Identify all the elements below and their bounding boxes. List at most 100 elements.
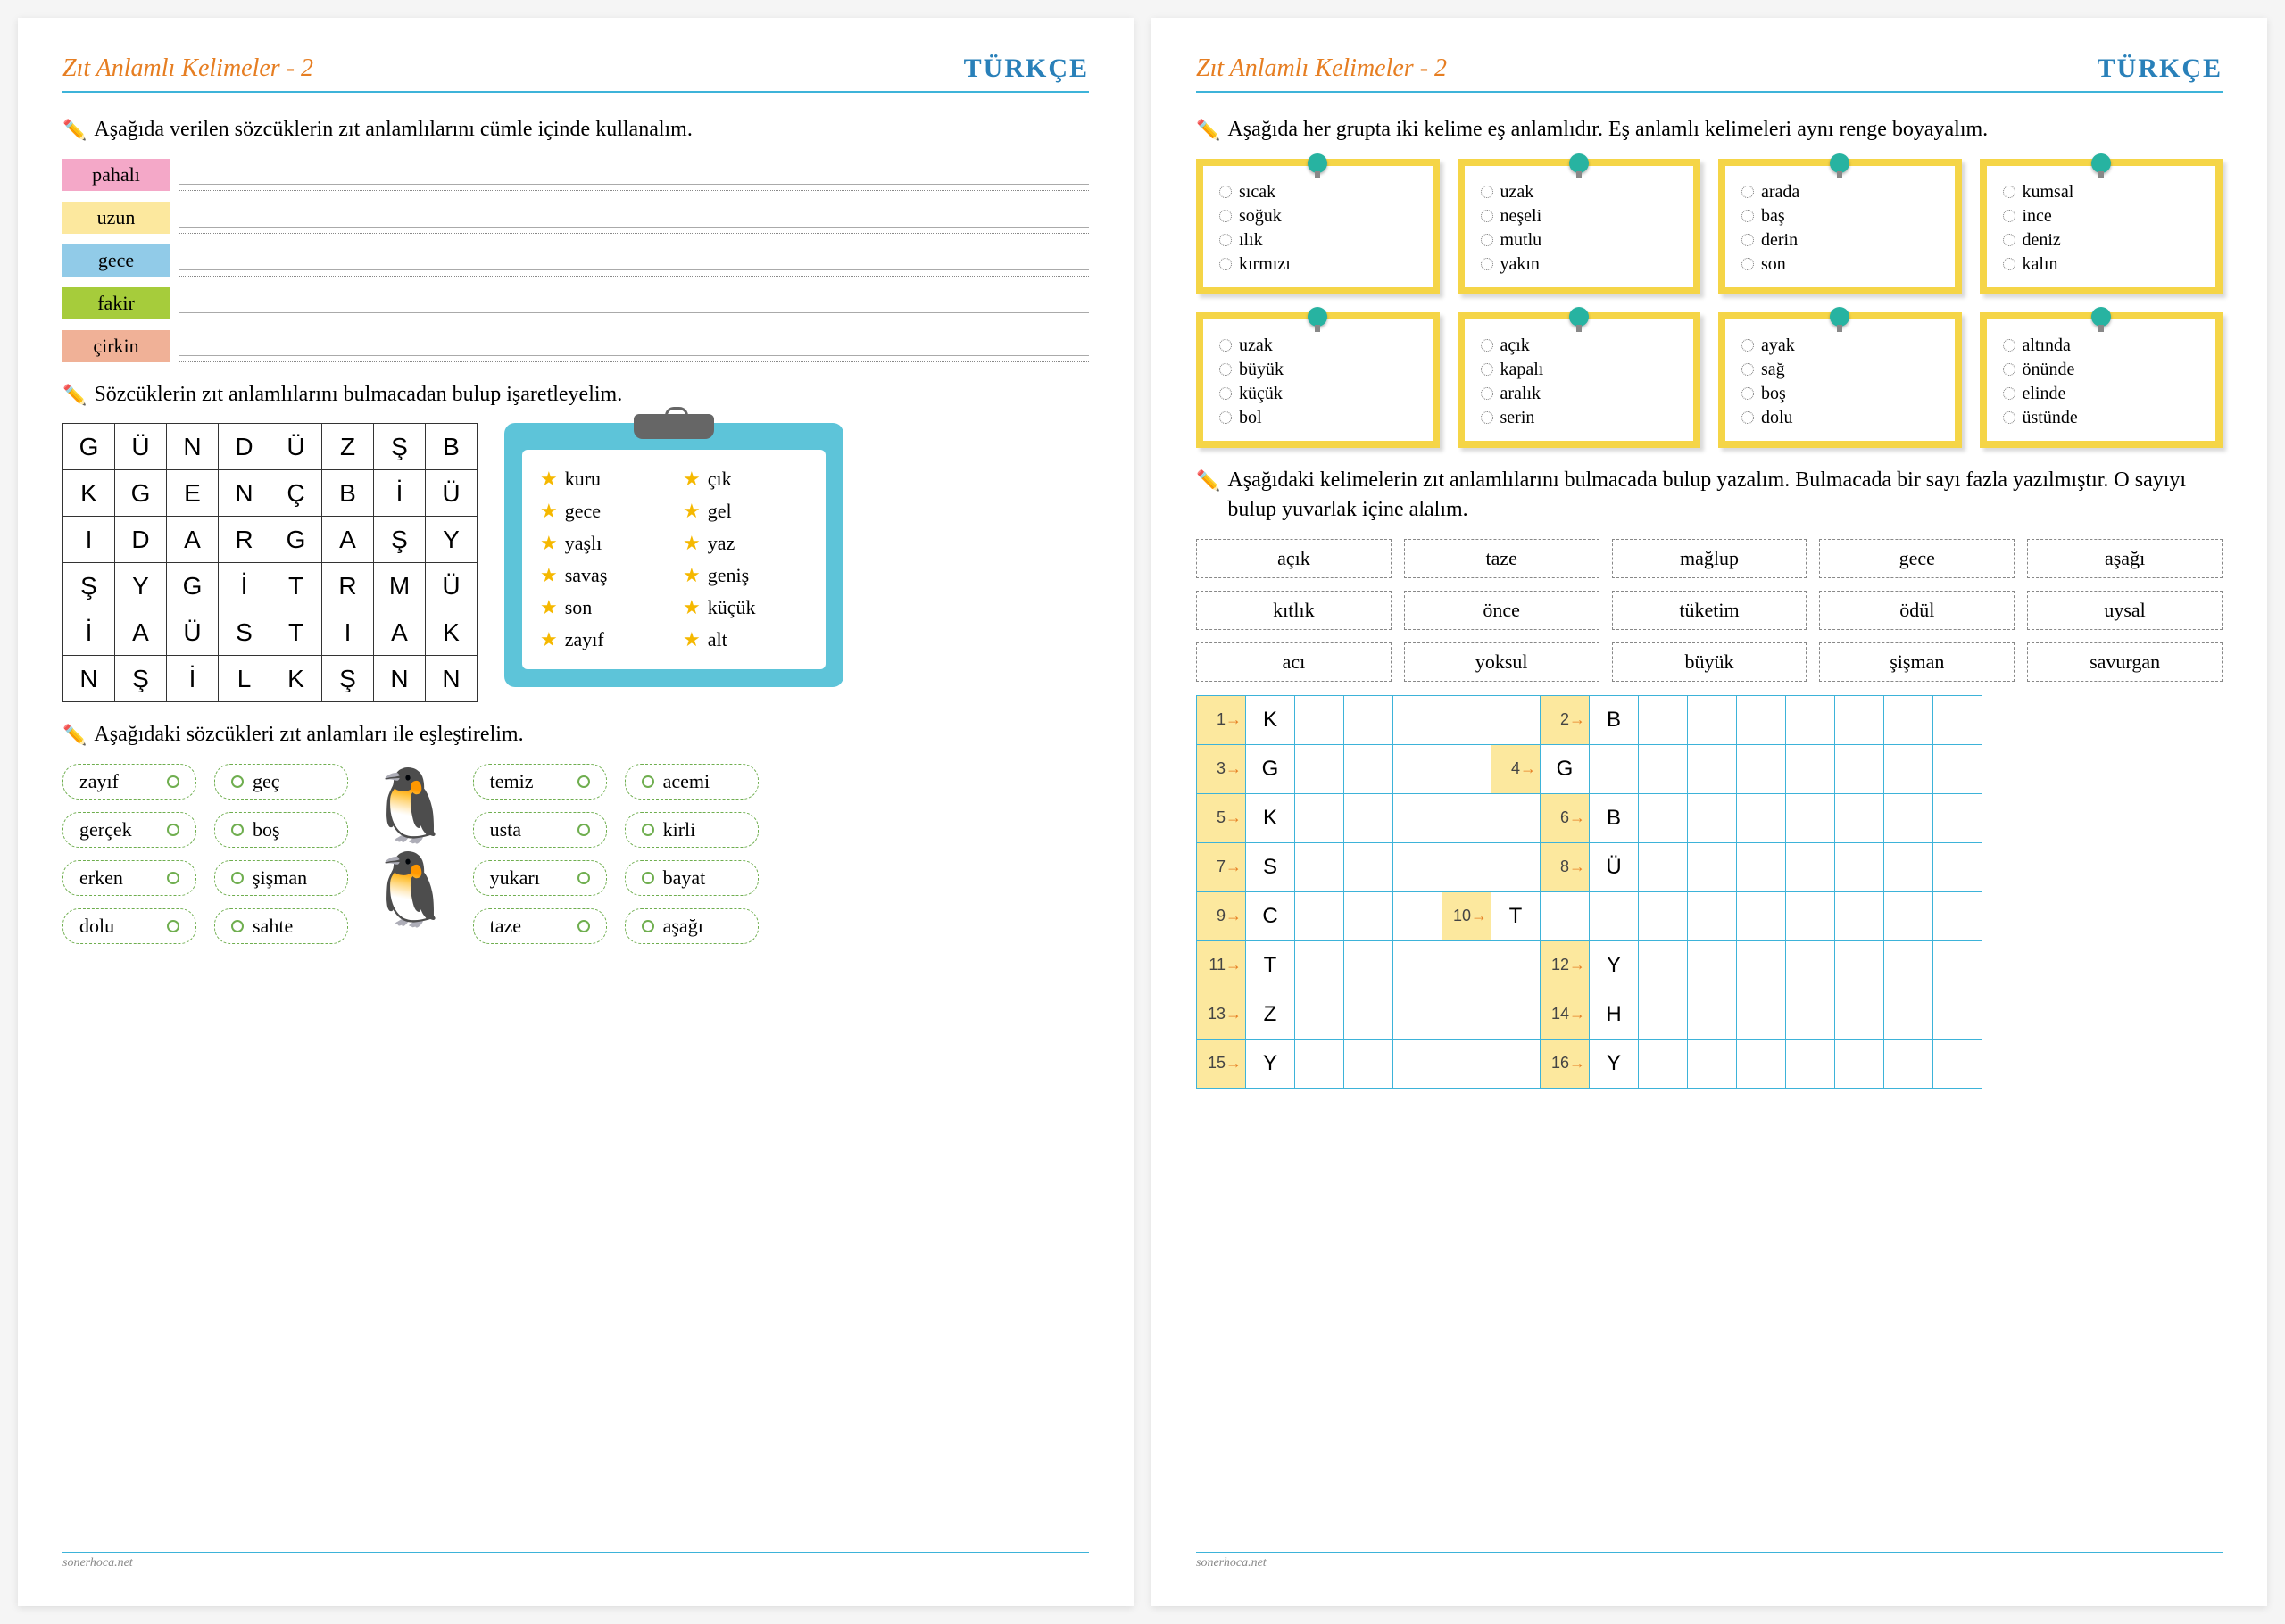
crossword-cell[interactable] xyxy=(1344,940,1393,990)
note-item[interactable]: bol xyxy=(1219,408,1424,428)
crossword-cell[interactable] xyxy=(1933,793,1982,842)
color-bubble-icon[interactable] xyxy=(1741,411,1754,424)
crossword-letter-cell[interactable]: G xyxy=(1246,744,1295,793)
note-item[interactable]: baş xyxy=(1741,206,1946,227)
crossword-cell[interactable] xyxy=(1835,940,1884,990)
grid-cell[interactable]: Ü xyxy=(270,424,322,470)
crossword-cell[interactable] xyxy=(1295,891,1344,940)
match-dot-icon[interactable] xyxy=(231,775,244,788)
match-pill[interactable]: temiz xyxy=(473,764,607,800)
crossword-cell[interactable] xyxy=(1688,744,1737,793)
crossword-cell[interactable] xyxy=(1786,940,1835,990)
crossword-cell[interactable] xyxy=(1933,1039,1982,1088)
grid-cell[interactable]: İ xyxy=(374,470,426,517)
grid-cell[interactable]: Ü xyxy=(167,609,219,656)
crossword-cell[interactable] xyxy=(1884,695,1933,744)
color-bubble-icon[interactable] xyxy=(1219,363,1232,376)
match-pill[interactable]: acemi xyxy=(625,764,759,800)
crossword-cell[interactable] xyxy=(1835,990,1884,1039)
grid-cell[interactable]: N xyxy=(426,656,478,702)
note-item[interactable]: serin xyxy=(1481,408,1685,428)
grid-cell[interactable]: G xyxy=(63,424,115,470)
color-bubble-icon[interactable] xyxy=(1219,258,1232,270)
crossword-cell[interactable] xyxy=(1688,695,1737,744)
crossword-letter-cell[interactable]: K xyxy=(1246,793,1295,842)
crossword-cell[interactable] xyxy=(1344,891,1393,940)
crossword-cell[interactable] xyxy=(1737,940,1786,990)
crossword-cell[interactable] xyxy=(1688,891,1737,940)
writing-line[interactable] xyxy=(179,244,1089,277)
note-item[interactable]: altında xyxy=(2003,336,2207,356)
color-bubble-icon[interactable] xyxy=(1741,186,1754,198)
note-item[interactable]: kırmızı xyxy=(1219,254,1424,275)
note-item[interactable]: kalın xyxy=(2003,254,2207,275)
grid-cell[interactable]: A xyxy=(322,517,374,563)
crossword-cell[interactable] xyxy=(1491,842,1541,891)
crossword-cell[interactable] xyxy=(1491,990,1541,1039)
grid-cell[interactable]: Ç xyxy=(270,470,322,517)
color-bubble-icon[interactable] xyxy=(2003,387,2015,400)
note-item[interactable]: ince xyxy=(2003,206,2207,227)
color-bubble-icon[interactable] xyxy=(1219,387,1232,400)
match-dot-icon[interactable] xyxy=(231,920,244,932)
crossword-grid[interactable]: 1→K2→B3→G4→G5→K6→B7→S8→Ü9→C10→T11→T12→Y1… xyxy=(1196,695,1982,1089)
crossword-cell[interactable] xyxy=(1933,695,1982,744)
crossword-clue-cell[interactable]: 10→ xyxy=(1442,891,1491,940)
grid-cell[interactable]: T xyxy=(270,563,322,609)
match-pill[interactable]: dolu xyxy=(62,908,196,944)
crossword-cell[interactable] xyxy=(1786,695,1835,744)
grid-cell[interactable]: Y xyxy=(426,517,478,563)
crossword-clue-cell[interactable]: 1→ xyxy=(1197,695,1246,744)
color-bubble-icon[interactable] xyxy=(1219,411,1232,424)
crossword-cell[interactable] xyxy=(1639,744,1688,793)
note-item[interactable]: neşeli xyxy=(1481,206,1685,227)
note-item[interactable]: deniz xyxy=(2003,230,2207,251)
crossword-cell[interactable] xyxy=(1835,842,1884,891)
crossword-cell[interactable] xyxy=(1884,891,1933,940)
grid-cell[interactable]: G xyxy=(270,517,322,563)
crossword-letter-cell[interactable]: B xyxy=(1590,695,1639,744)
color-bubble-icon[interactable] xyxy=(1741,363,1754,376)
match-pill[interactable]: aşağı xyxy=(625,908,759,944)
color-bubble-icon[interactable] xyxy=(1481,258,1493,270)
crossword-cell[interactable] xyxy=(1491,695,1541,744)
crossword-cell[interactable] xyxy=(1442,842,1491,891)
crossword-cell[interactable] xyxy=(1295,695,1344,744)
crossword-cell[interactable] xyxy=(1786,842,1835,891)
crossword-cell[interactable] xyxy=(1786,1039,1835,1088)
crossword-cell[interactable] xyxy=(1933,744,1982,793)
crossword-cell[interactable] xyxy=(1295,744,1344,793)
grid-cell[interactable]: N xyxy=(374,656,426,702)
crossword-cell[interactable] xyxy=(1344,744,1393,793)
grid-cell[interactable]: İ xyxy=(219,563,270,609)
grid-cell[interactable]: G xyxy=(115,470,167,517)
crossword-cell[interactable] xyxy=(1835,891,1884,940)
writing-line[interactable] xyxy=(179,159,1089,191)
crossword-clue-cell[interactable]: 13→ xyxy=(1197,990,1246,1039)
match-dot-icon[interactable] xyxy=(577,775,590,788)
crossword-letter-cell[interactable]: K xyxy=(1246,695,1295,744)
note-item[interactable]: sıcak xyxy=(1219,182,1424,203)
crossword-cell[interactable] xyxy=(1835,695,1884,744)
color-bubble-icon[interactable] xyxy=(2003,339,2015,352)
crossword-cell[interactable] xyxy=(1737,695,1786,744)
match-dot-icon[interactable] xyxy=(167,824,179,836)
crossword-letter-cell[interactable]: T xyxy=(1246,940,1295,990)
note-item[interactable]: sağ xyxy=(1741,360,1946,380)
crossword-clue-cell[interactable]: 15→ xyxy=(1197,1039,1246,1088)
crossword-cell[interactable] xyxy=(1933,842,1982,891)
match-pill[interactable]: erken xyxy=(62,860,196,896)
note-item[interactable]: boş xyxy=(1741,384,1946,404)
crossword-cell[interactable] xyxy=(1491,940,1541,990)
crossword-cell[interactable] xyxy=(1393,940,1442,990)
crossword-cell[interactable] xyxy=(1884,1039,1933,1088)
grid-cell[interactable]: Ş xyxy=(374,517,426,563)
color-bubble-icon[interactable] xyxy=(1741,339,1754,352)
color-bubble-icon[interactable] xyxy=(1481,339,1493,352)
crossword-cell[interactable] xyxy=(1295,990,1344,1039)
color-bubble-icon[interactable] xyxy=(2003,411,2015,424)
grid-cell[interactable]: N xyxy=(167,424,219,470)
crossword-cell[interactable] xyxy=(1835,1039,1884,1088)
crossword-cell[interactable] xyxy=(1884,940,1933,990)
grid-cell[interactable]: Z xyxy=(322,424,374,470)
